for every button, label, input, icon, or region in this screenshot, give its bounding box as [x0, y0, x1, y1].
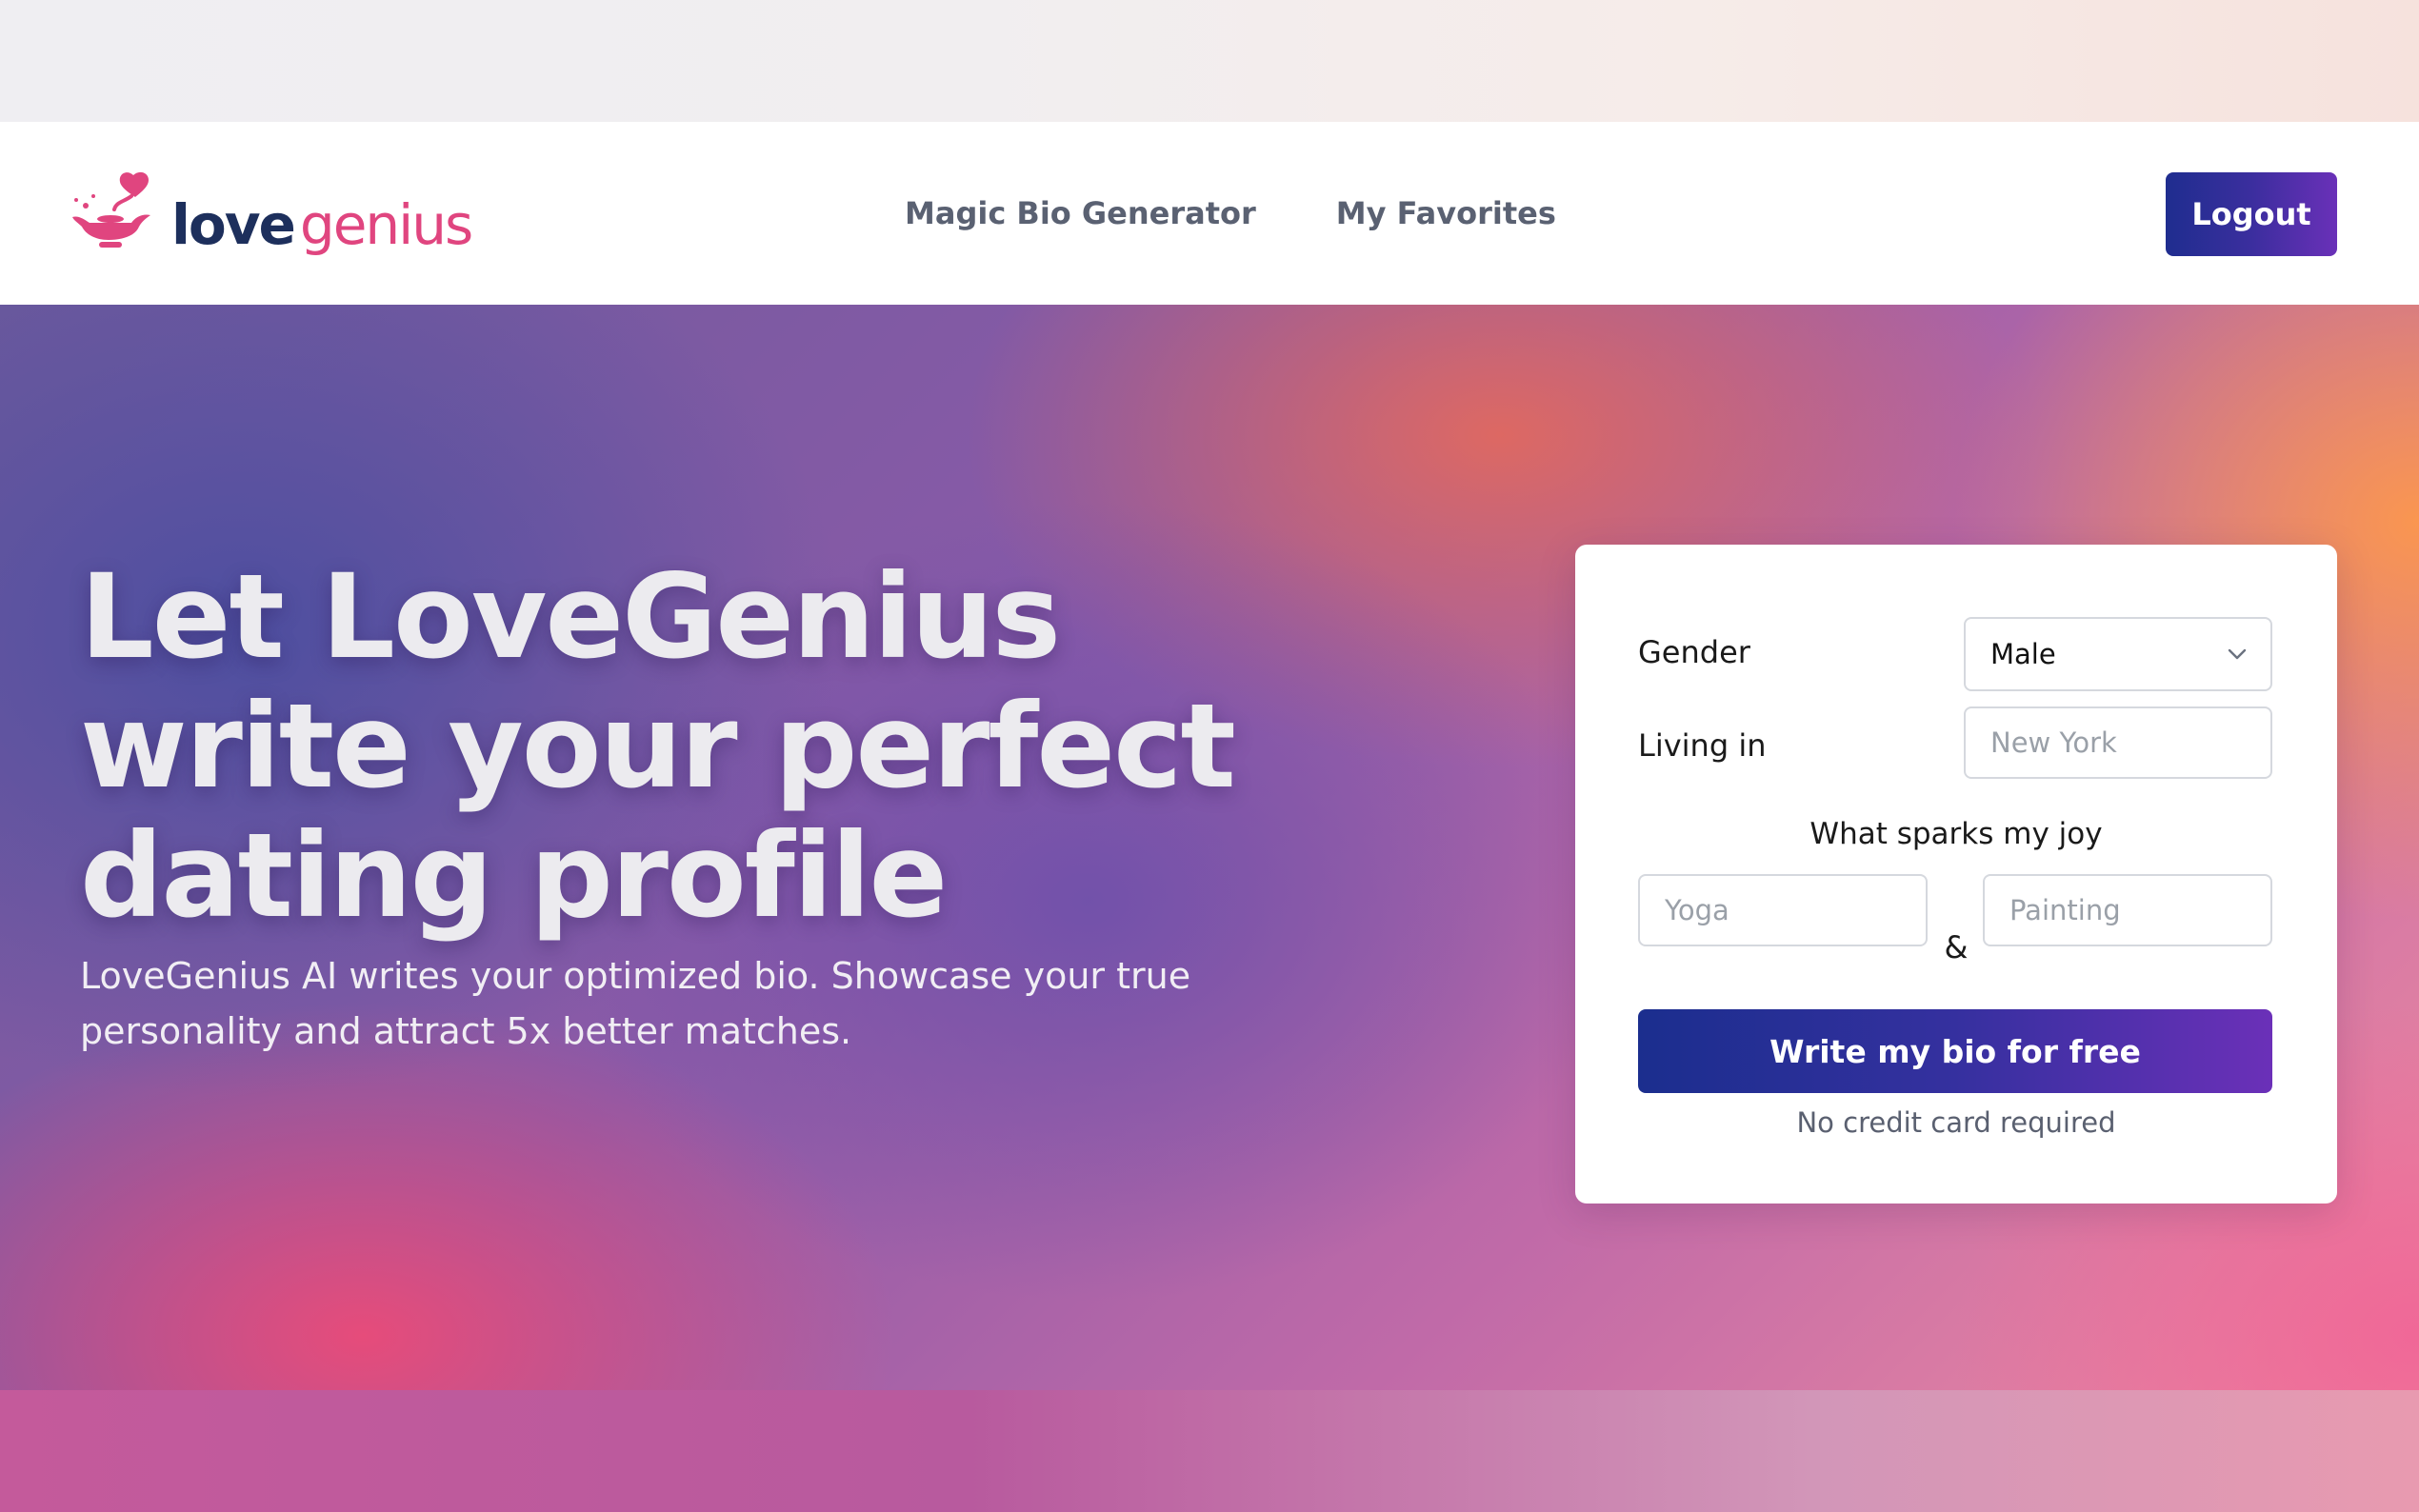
- site-header: love genius Magic Bio Generator My Favori…: [0, 122, 2419, 305]
- nav-my-favorites[interactable]: My Favorites: [1336, 195, 1556, 231]
- bio-form-card: Gender Male Living in What sparks my joy…: [1575, 545, 2337, 1204]
- nav-magic-bio-generator[interactable]: Magic Bio Generator: [905, 195, 1256, 231]
- page-bottom-strip: [0, 1390, 2419, 1512]
- hero-title-line-2: write your perfect: [80, 679, 1236, 814]
- gender-label: Gender: [1638, 634, 1750, 670]
- joy-input-1[interactable]: [1638, 874, 1928, 946]
- hero-title: Let LoveGenius write your perfect dating…: [80, 552, 1413, 941]
- hero-subtitle-line-1: LoveGenius AI writes your optimized bio.…: [80, 955, 1191, 997]
- no-credit-card-note: No credit card required: [1796, 1106, 2116, 1139]
- write-bio-button[interactable]: Write my bio for free: [1638, 1009, 2272, 1093]
- hero-subtitle: LoveGenius AI writes your optimized bio.…: [80, 948, 1318, 1059]
- living-in-input[interactable]: [1964, 706, 2272, 779]
- hero-subtitle-line-2: personality and attract 5x better matche…: [80, 1010, 852, 1052]
- chevron-down-icon: [2228, 648, 2247, 660]
- browser-top-strip: [0, 0, 2419, 122]
- logout-button[interactable]: Logout: [2166, 172, 2337, 256]
- hero-title-line-3: dating profile: [80, 808, 948, 944]
- brand-name: love genius: [171, 192, 473, 257]
- hero-title-line-1: Let LoveGenius: [80, 549, 1061, 685]
- joy-separator: &: [1944, 929, 1969, 965]
- hero-section: Let LoveGenius write your perfect dating…: [0, 305, 2419, 1390]
- living-in-label: Living in: [1638, 727, 1767, 764]
- magic-lamp-heart-icon: [72, 171, 150, 248]
- joy-heading: What sparks my joy: [1809, 817, 2103, 851]
- gender-select-value: Male: [1990, 638, 2056, 670]
- logo[interactable]: love genius: [65, 168, 473, 263]
- main-nav: Magic Bio Generator My Favorites: [905, 122, 1556, 305]
- gender-select[interactable]: Male: [1964, 617, 2272, 691]
- joy-input-2[interactable]: [1983, 874, 2272, 946]
